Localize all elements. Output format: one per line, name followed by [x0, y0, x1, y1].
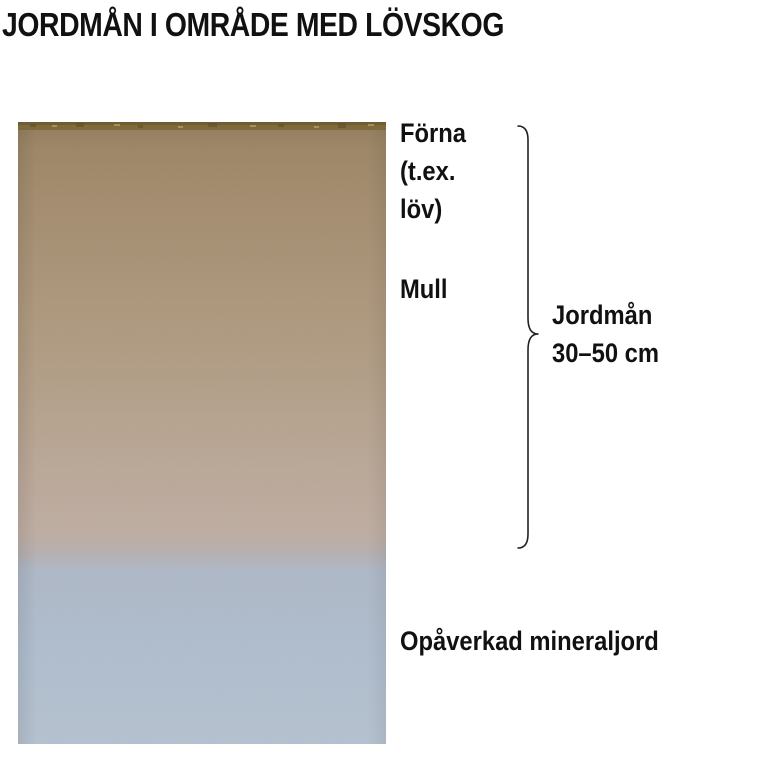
litter-label-line1: Förna — [400, 118, 467, 148]
soil-depth-label-line1: Jordmån — [552, 300, 653, 330]
humus-label: Mull — [400, 274, 448, 304]
soil-profile-image — [18, 122, 386, 744]
litter-label-line2: (t.ex. — [400, 156, 456, 186]
mineral-soil-label: Opåverkad mineraljord — [400, 626, 659, 656]
page-title: JORDMÅN I OMRÅDE MED LÖVSKOG — [2, 6, 504, 43]
soil-depth-brace — [517, 125, 539, 549]
soil-depth-label: Jordmån 30–50 cm — [552, 296, 659, 372]
litter-label: Förna (t.ex. löv) — [400, 114, 466, 228]
soil-depth-label-line2: 30–50 cm — [552, 338, 660, 368]
litter-label-line3: löv) — [400, 194, 443, 224]
